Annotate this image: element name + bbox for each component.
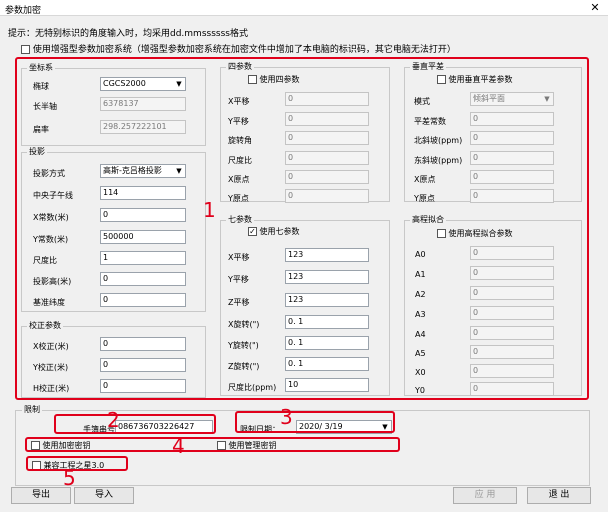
annotation-box-3 — [235, 411, 395, 433]
window-title: 参数加密 — [5, 6, 42, 16]
hint-text: 提示：无特别标识的角度输入时，均采用dd.mmssssss格式 — [8, 29, 248, 39]
export-button[interactable]: 导出 — [11, 487, 71, 504]
annotation-number-5: 5 — [63, 466, 76, 490]
import-button[interactable]: 导入 — [74, 487, 134, 504]
title-bar: 参数加密 ✕ — [0, 0, 608, 16]
annotation-box-4 — [25, 437, 400, 452]
exit-button[interactable]: 退 出 — [527, 487, 591, 504]
annotation-number-3: 3 — [280, 405, 293, 429]
annotation-box-5 — [26, 456, 128, 471]
close-icon[interactable]: ✕ — [586, 1, 604, 15]
enhanced-encryption-label: 使用增强型参数加密系统（增强型参数加密系统在加密文件中增加了本电脑的标识码，其它… — [32, 45, 456, 55]
limit-title: 限制 — [22, 404, 42, 415]
apply-button[interactable]: 应 用 — [453, 487, 517, 504]
enhanced-encryption-row[interactable]: 使用增强型参数加密系统（增强型参数加密系统在加密文件中增加了本电脑的标识码，其它… — [21, 42, 456, 55]
annotation-box-2 — [54, 414, 216, 434]
annotation-box-1 — [15, 57, 589, 400]
annotation-number-4: 4 — [172, 434, 185, 458]
annotation-number-2: 2 — [107, 408, 120, 432]
annotation-number-1: 1 — [203, 198, 216, 222]
enhanced-encryption-checkbox[interactable] — [21, 45, 30, 54]
